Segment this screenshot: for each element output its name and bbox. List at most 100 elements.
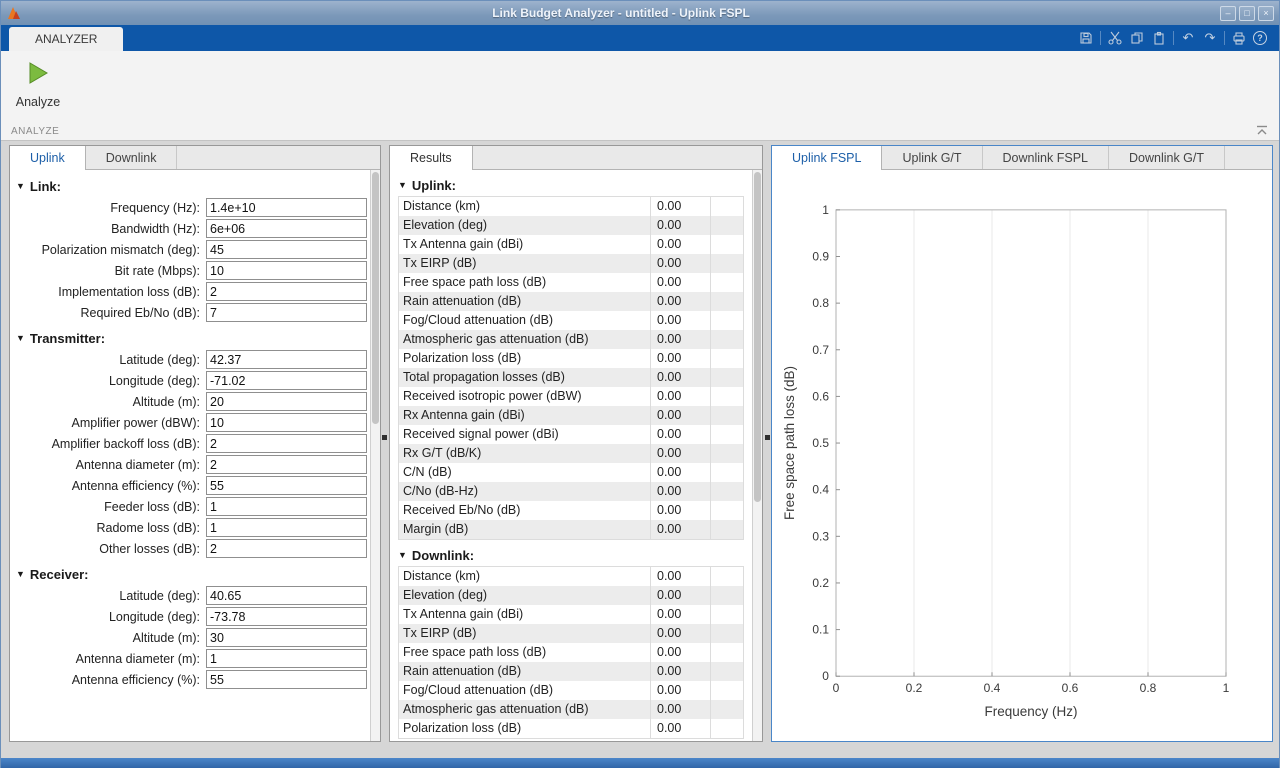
tab-analyzer[interactable]: ANALYZER	[9, 27, 124, 51]
bit-rate-mbps-input[interactable]	[206, 261, 367, 280]
splitter-handle[interactable]	[382, 435, 387, 440]
form-row: Latitude (deg):	[10, 350, 370, 369]
section-header-uplink[interactable]: ▼ Uplink:	[398, 176, 752, 194]
amplifier-backoff-loss-db-input[interactable]	[206, 434, 367, 453]
latitude-deg-input[interactable]	[206, 350, 367, 369]
altitude-m-input[interactable]	[206, 392, 367, 411]
bandwidth-hz-input[interactable]	[206, 219, 367, 238]
result-name: Fog/Cloud attenuation (dB)	[399, 681, 651, 700]
cut-icon[interactable]	[1107, 30, 1123, 46]
play-icon	[29, 62, 48, 84]
results-scrollbar[interactable]	[752, 170, 762, 741]
collapse-triangle-icon: ▼	[16, 569, 25, 579]
row-filler	[711, 567, 743, 586]
splitter-handle[interactable]	[765, 435, 770, 440]
form-row: Required Eb/No (dB):	[10, 303, 370, 322]
section-header-link[interactable]: ▼ Link:	[16, 177, 370, 195]
analyze-button[interactable]: Analyze	[11, 57, 65, 113]
quick-access-toolbar: ↶ ↷ ?	[1078, 25, 1267, 51]
longitude-deg-input[interactable]	[206, 371, 367, 390]
scrollbar-thumb[interactable]	[754, 172, 761, 502]
frequency-hz-input[interactable]	[206, 198, 367, 217]
antenna-efficiency-input[interactable]	[206, 476, 367, 495]
other-losses-db-input[interactable]	[206, 539, 367, 558]
row-filler	[711, 662, 743, 681]
implementation-loss-db-input[interactable]	[206, 282, 367, 301]
tab-uplink-g-t[interactable]: Uplink G/T	[882, 146, 983, 170]
undo-icon[interactable]: ↶	[1180, 30, 1196, 46]
table-row: Received signal power (dBi) 0.00	[399, 425, 743, 444]
result-name: Distance (km)	[399, 197, 651, 216]
save-icon[interactable]	[1078, 30, 1094, 46]
required-eb-no-db-input[interactable]	[206, 303, 367, 322]
longitude-deg-label: Longitude (deg):	[108, 609, 200, 624]
feeder-loss-db-input[interactable]	[206, 497, 367, 516]
close-button[interactable]: ×	[1258, 5, 1274, 21]
result-value: 0.00	[651, 567, 711, 586]
result-value: 0.00	[651, 501, 711, 520]
amplifier-power-dbw-input[interactable]	[206, 413, 367, 432]
antenna-efficiency-label: Antenna efficiency (%):	[71, 478, 200, 493]
row-filler	[711, 605, 743, 624]
tab-downlink-fspl[interactable]: Downlink FSPL	[983, 146, 1109, 170]
row-filler	[711, 586, 743, 605]
status-bar	[1, 747, 1279, 758]
results-panel: Results ▼ Uplink: Distance (km) 0.00 Elevati…	[389, 145, 763, 742]
table-row: Polarization loss (dB) 0.00	[399, 349, 743, 368]
collapse-ribbon-icon[interactable]	[1255, 123, 1269, 135]
plot-area: 0 0.2 0.4 0.6 0.8 1 0 0.1 0.2 0.3 0.4 0.5 0.6 0.7 0.8 0…	[772, 170, 1272, 741]
row-filler	[711, 235, 743, 254]
antenna-diameter-m-input[interactable]	[206, 455, 367, 474]
longitude-deg-input[interactable]	[206, 607, 367, 626]
tab-downlink-g-t[interactable]: Downlink G/T	[1109, 146, 1226, 170]
row-filler	[711, 368, 743, 387]
latitude-deg-input[interactable]	[206, 586, 367, 605]
tab-downlink[interactable]: Downlink	[86, 146, 178, 170]
result-name: Rx Antenna gain (dBi)	[399, 406, 651, 425]
titlebar: Link Budget Analyzer - untitled - Uplink…	[1, 1, 1279, 25]
result-value: 0.00	[651, 482, 711, 501]
help-icon[interactable]: ?	[1253, 31, 1267, 45]
parameters-scrollbar[interactable]	[370, 170, 380, 741]
result-name: Rain attenuation (dB)	[399, 662, 651, 681]
tab-uplink[interactable]: Uplink	[10, 146, 86, 170]
amplifier-backoff-loss-db-label: Amplifier backoff loss (dB):	[51, 436, 200, 451]
polarization-mismatch-deg-input[interactable]	[206, 240, 367, 259]
svg-text:0: 0	[822, 669, 829, 683]
tab-uplink-fspl[interactable]: Uplink FSPL	[772, 146, 883, 170]
antenna-diameter-m-input[interactable]	[206, 649, 367, 668]
row-filler	[711, 292, 743, 311]
redo-icon[interactable]: ↷	[1202, 30, 1218, 46]
result-name: Tx EIRP (dB)	[399, 624, 651, 643]
section-title: Receiver:	[29, 566, 89, 582]
result-name: Atmospheric gas attenuation (dB)	[399, 330, 651, 349]
window-controls: – □ ×	[1220, 5, 1274, 21]
table-row: Polarization loss (dB) 0.00	[399, 719, 743, 738]
result-name: Polarization loss (dB)	[399, 349, 651, 368]
table-row: Elevation (deg) 0.00	[399, 586, 743, 605]
radome-loss-db-input[interactable]	[206, 518, 367, 537]
implementation-loss-db-label: Implementation loss (dB):	[58, 284, 200, 299]
result-name: Received signal power (dBi)	[399, 425, 651, 444]
result-value: 0.00	[651, 662, 711, 681]
section-header-transmitter[interactable]: ▼ Transmitter:	[16, 329, 370, 347]
altitude-m-input[interactable]	[206, 628, 367, 647]
maximize-button[interactable]: □	[1239, 5, 1255, 21]
tab-results[interactable]: Results	[390, 146, 473, 170]
section-header-downlink[interactable]: ▼ Downlink:	[398, 546, 752, 564]
result-value: 0.00	[651, 681, 711, 700]
svg-text:0.1: 0.1	[812, 623, 829, 637]
section-header-receiver[interactable]: ▼ Receiver:	[16, 565, 370, 583]
paste-icon[interactable]	[1151, 30, 1167, 46]
table-row: Rain attenuation (dB) 0.00	[399, 292, 743, 311]
antenna-efficiency-input[interactable]	[206, 670, 367, 689]
row-filler	[711, 330, 743, 349]
copy-icon[interactable]	[1129, 30, 1145, 46]
print-icon[interactable]	[1231, 30, 1247, 46]
form-row: Longitude (deg):	[10, 607, 370, 626]
result-name: Rain attenuation (dB)	[399, 292, 651, 311]
form-row: Radome loss (dB):	[10, 518, 370, 537]
result-value: 0.00	[651, 624, 711, 643]
minimize-button[interactable]: –	[1220, 5, 1236, 21]
scrollbar-thumb[interactable]	[372, 172, 379, 424]
